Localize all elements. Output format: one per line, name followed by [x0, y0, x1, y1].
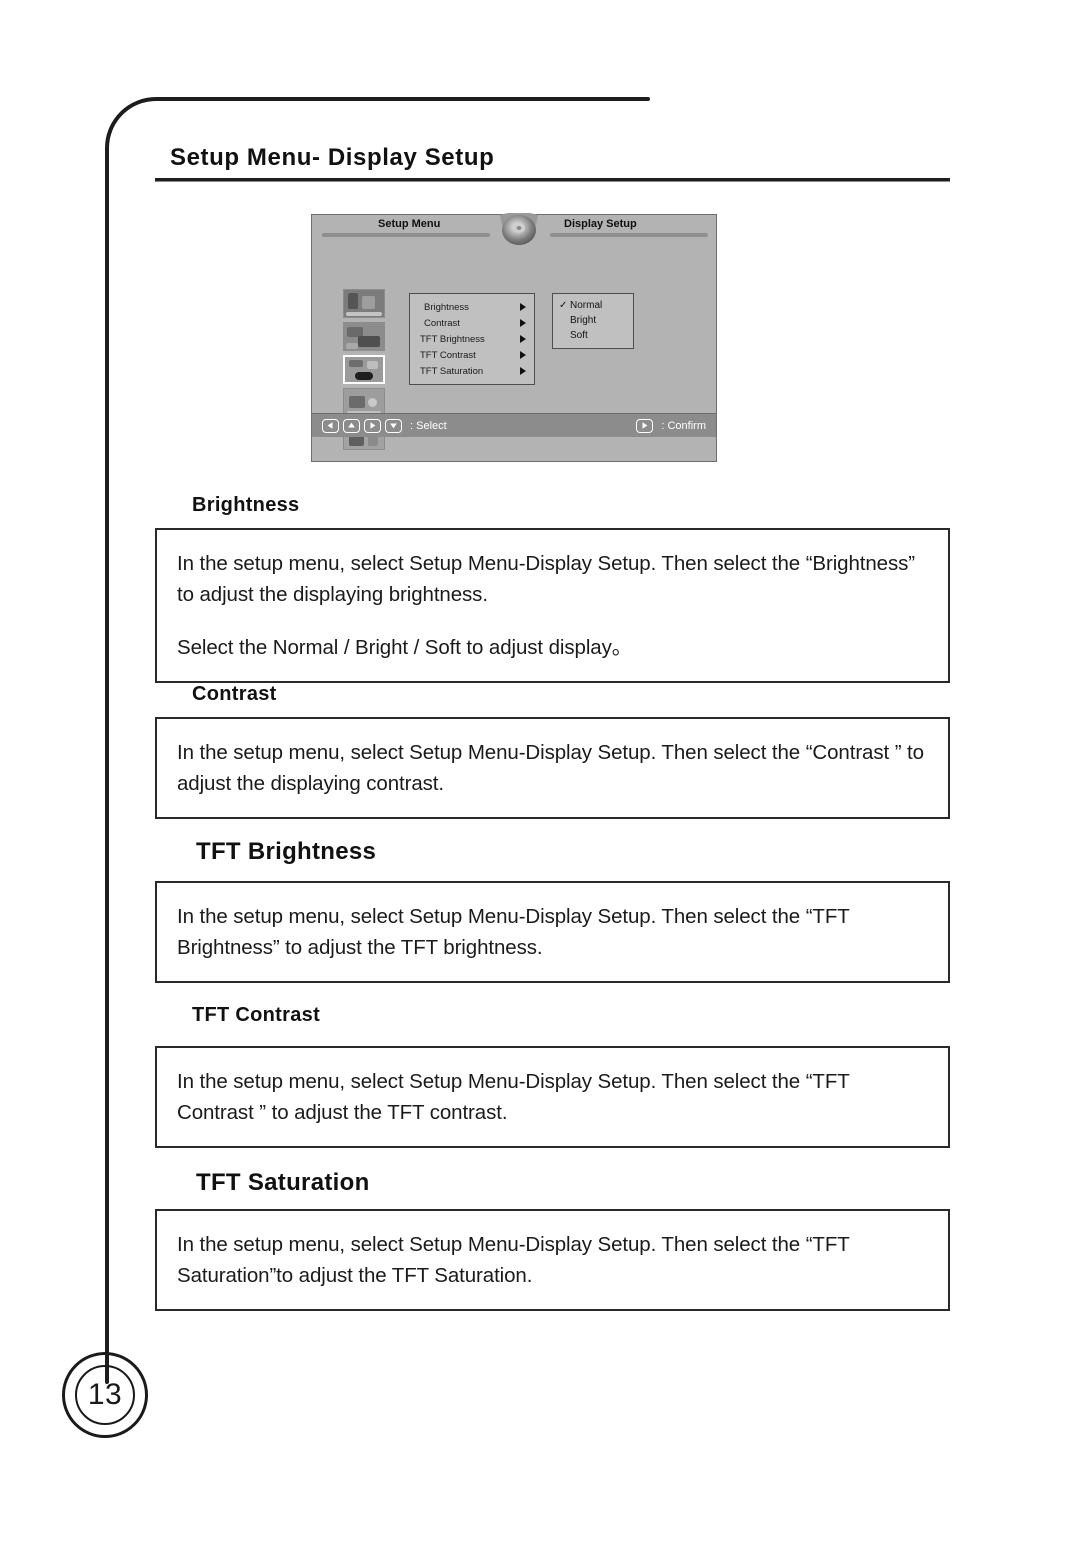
- arrow-up-icon[interactable]: [343, 418, 360, 433]
- osd-menu-item-brightness[interactable]: Brightness: [410, 299, 534, 315]
- osd-menu-item-label: TFT Saturation: [420, 365, 484, 377]
- chevron-right-icon: [520, 367, 526, 375]
- osd-option-bright[interactable]: Bright: [553, 313, 633, 328]
- chevron-right-icon: [520, 319, 526, 327]
- osd-option-label: Bright: [570, 315, 597, 326]
- osd-menu-item-tft-contrast[interactable]: TFT Contrast: [410, 347, 534, 363]
- osd-options-panel: ✓ Normal Bright Soft: [552, 293, 634, 349]
- section-paragraph: Select the Normal / Bright / Soft to adj…: [177, 636, 633, 659]
- arrow-left-icon[interactable]: [322, 418, 339, 433]
- section-paragraph: In the setup menu, select Setup Menu-Dis…: [177, 741, 924, 795]
- section-paragraph: In the setup menu, select Setup Menu-Dis…: [177, 1233, 850, 1287]
- section-box-brightness: In the setup menu, select Setup Menu-Dis…: [155, 528, 950, 683]
- chevron-right-icon: [520, 351, 526, 359]
- check-icon: ✓: [559, 300, 568, 311]
- osd-menu-item-label: Brightness: [424, 301, 469, 313]
- osd-screenshot: Setup Menu Display Setup Brightness Cont…: [311, 212, 717, 462]
- thumbnail-1[interactable]: [343, 289, 385, 318]
- osd-menu-item-label: TFT Brightness: [420, 333, 485, 345]
- section-box-tft-brightness: In the setup menu, select Setup Menu-Dis…: [155, 881, 950, 983]
- osd-select-label: : Select: [410, 419, 447, 432]
- section-heading-brightness: Brightness: [192, 494, 300, 516]
- osd-option-label: Soft: [570, 330, 588, 341]
- section-paragraph: In the setup menu, select Setup Menu-Dis…: [177, 905, 850, 959]
- osd-option-normal[interactable]: ✓ Normal: [553, 298, 633, 313]
- thumbnail-3[interactable]: [343, 355, 385, 384]
- chevron-right-icon: [520, 335, 526, 343]
- section-paragraph: In the setup menu, select Setup Menu-Dis…: [177, 552, 915, 606]
- section-heading-tft-brightness: TFT Brightness: [196, 838, 377, 865]
- osd-menu-item-contrast[interactable]: Contrast: [410, 315, 534, 331]
- osd-header-display-setup: Display Setup: [564, 218, 637, 230]
- thumbnail-2[interactable]: [343, 322, 385, 351]
- osd-menu-item-label: Contrast: [424, 317, 460, 329]
- osd-footer-bar: : Select : Confirm: [312, 413, 716, 437]
- osd-option-soft[interactable]: Soft: [553, 328, 633, 343]
- osd-menu-item-tft-saturation[interactable]: TFT Saturation: [410, 363, 534, 379]
- page-title: Setup Menu- Display Setup: [170, 144, 495, 171]
- arrow-right-icon[interactable]: [364, 418, 381, 433]
- osd-header-bar-left: [322, 233, 490, 237]
- osd-menu-list: Brightness Contrast TFT Brightness TFT C…: [409, 293, 535, 385]
- page-number-badge: 13: [62, 1352, 154, 1444]
- section-paragraph: In the setup menu, select Setup Menu-Dis…: [177, 1070, 850, 1124]
- osd-header-bar-right: [550, 233, 708, 237]
- section-box-contrast: In the setup menu, select Setup Menu-Dis…: [155, 717, 950, 819]
- arrow-down-icon[interactable]: [385, 418, 402, 433]
- osd-confirm-label: : Confirm: [661, 419, 706, 432]
- osd-body: Brightness Contrast TFT Brightness TFT C…: [312, 241, 716, 450]
- osd-header-setup-menu: Setup Menu: [378, 218, 441, 230]
- play-right-icon[interactable]: [636, 418, 654, 433]
- section-heading-tft-saturation: TFT Saturation: [196, 1169, 370, 1196]
- osd-menu-item-label: TFT Contrast: [420, 349, 476, 361]
- page-number: 13: [87, 1378, 123, 1411]
- section-box-tft-contrast: In the setup menu, select Setup Menu-Dis…: [155, 1046, 950, 1148]
- osd-option-label: Normal: [570, 300, 603, 311]
- section-box-tft-saturation: In the setup menu, select Setup Menu-Dis…: [155, 1209, 950, 1311]
- osd-menu-item-tft-brightness[interactable]: TFT Brightness: [410, 331, 534, 347]
- title-divider: [155, 178, 950, 182]
- chevron-right-icon: [520, 303, 526, 311]
- section-heading-tft-contrast: TFT Contrast: [192, 1004, 321, 1026]
- osd-header: Setup Menu Display Setup: [312, 212, 716, 245]
- section-heading-contrast: Contrast: [192, 683, 277, 705]
